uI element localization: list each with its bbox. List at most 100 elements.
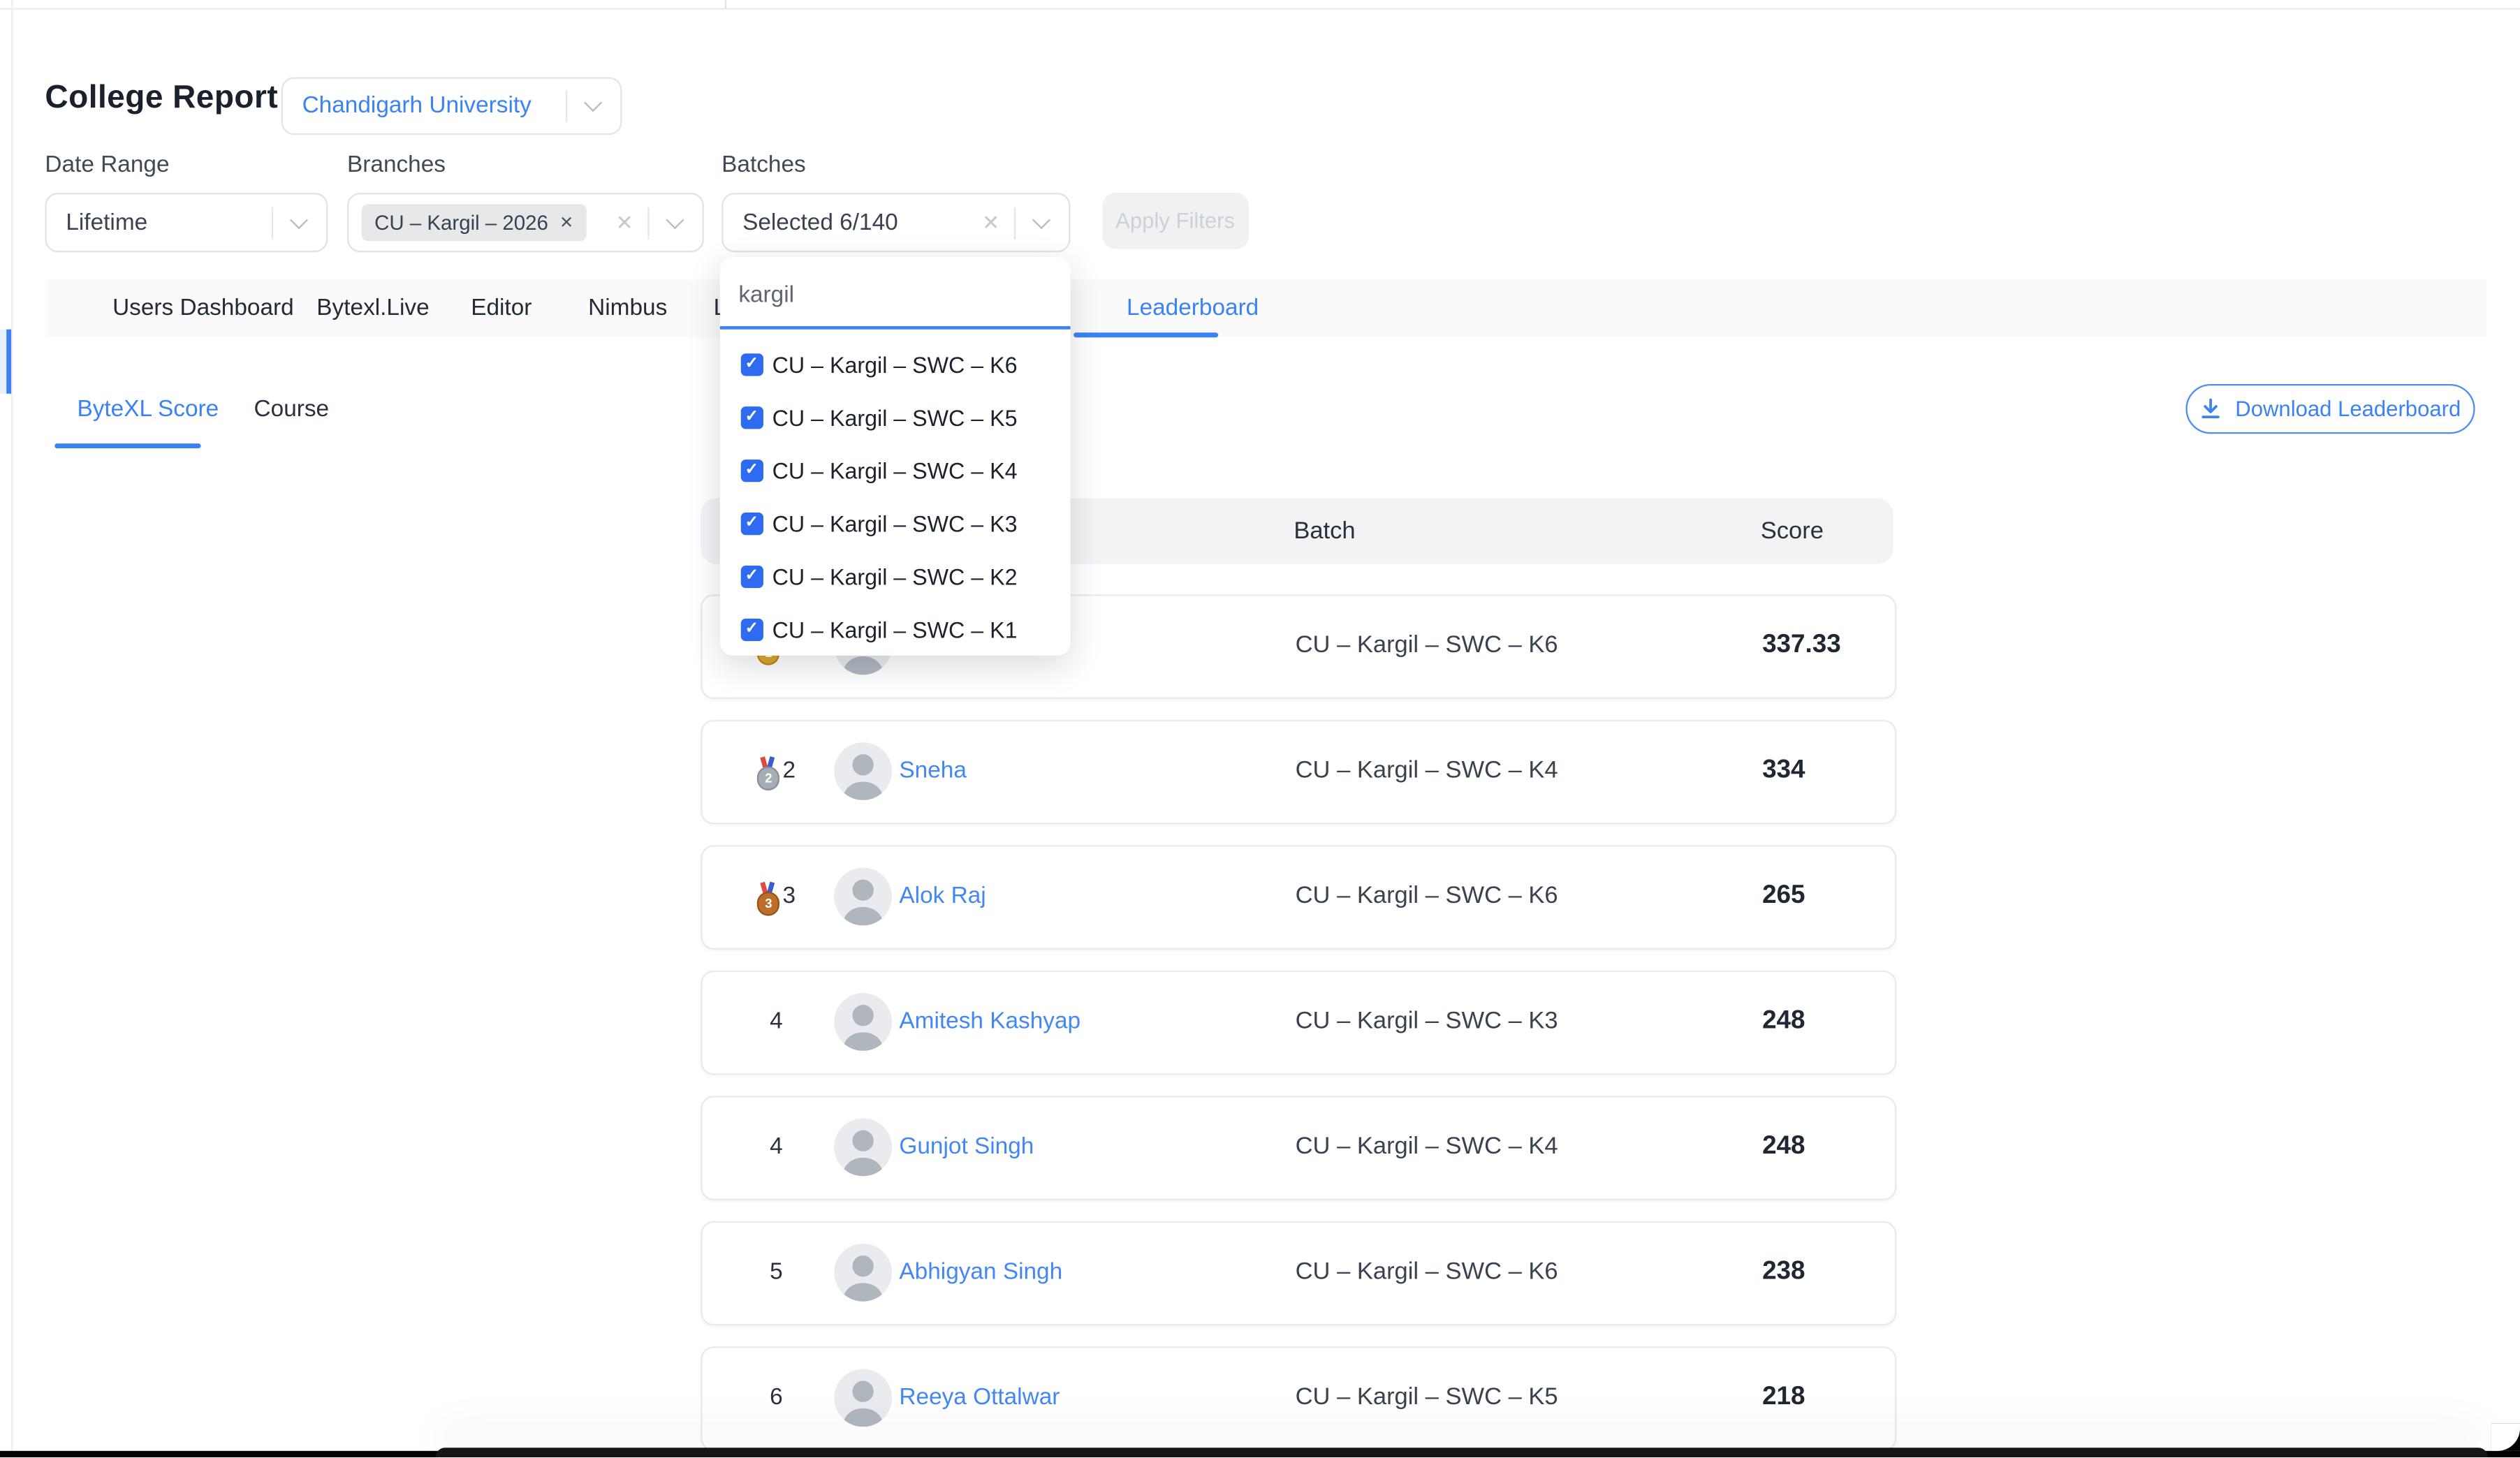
date-range-label: Date Range bbox=[45, 153, 169, 179]
avatar bbox=[834, 1119, 892, 1177]
chip-remove-icon[interactable]: ✕ bbox=[559, 213, 573, 233]
checkbox-checked-icon[interactable]: ✓ bbox=[741, 354, 763, 376]
batch-option-label: CU – Kargil – SWC – K6 bbox=[772, 352, 1018, 378]
batch-option-label: CU – Kargil – SWC – K1 bbox=[772, 617, 1018, 643]
top-tick-line bbox=[725, 0, 726, 8]
bottom-dock-band bbox=[434, 1448, 2486, 1458]
download-leaderboard-label: Download Leaderboard bbox=[2235, 397, 2461, 421]
avatar bbox=[834, 1369, 892, 1427]
sidebar-active-bar bbox=[7, 330, 10, 394]
main-tab-bar: Users DashboardBytexl.LiveEditorNimbusLa… bbox=[47, 279, 2486, 337]
tab-nimbus[interactable]: Nimbus bbox=[588, 279, 667, 337]
download-leaderboard-button[interactable]: Download Leaderboard bbox=[2185, 383, 2474, 434]
left-panel-edge bbox=[10, 0, 12, 1457]
rank-number: 4 bbox=[770, 1010, 783, 1036]
batch-option[interactable]: ✓ CU – Kargil – SWC – K6 bbox=[719, 338, 1070, 391]
avatar bbox=[834, 993, 892, 1051]
chevron-down-icon bbox=[666, 211, 684, 229]
chevron-down-icon bbox=[1032, 211, 1050, 229]
select-divider bbox=[1014, 207, 1016, 239]
batch-option[interactable]: ✓ CU – Kargil – SWC – K2 bbox=[719, 550, 1070, 603]
active-subtab-underline bbox=[54, 443, 201, 448]
avatar-person-icon bbox=[834, 743, 892, 801]
column-header-score: Score bbox=[1761, 498, 1824, 564]
page-title: College Report | bbox=[45, 80, 296, 117]
select-divider bbox=[272, 207, 273, 239]
checkbox-checked-icon[interactable]: ✓ bbox=[741, 619, 763, 640]
college-report-page: College Report | Chandigarh University D… bbox=[0, 0, 2520, 1458]
tab-users-dashboard[interactable]: Users Dashboard bbox=[112, 279, 294, 337]
student-name-link[interactable]: Amitesh Kashyap bbox=[899, 972, 1080, 1073]
rank-cell: 6 bbox=[741, 1348, 812, 1449]
branch-chip[interactable]: CU – Kargil – 2026 ✕ bbox=[362, 204, 587, 241]
clear-icon[interactable]: ✕ bbox=[982, 209, 999, 235]
checkbox-checked-icon[interactable]: ✓ bbox=[741, 513, 763, 535]
batch-option[interactable]: ✓ CU – Kargil – SWC – K1 bbox=[719, 603, 1070, 656]
rank-cell: 4 bbox=[741, 972, 812, 1073]
clear-icon[interactable]: ✕ bbox=[616, 209, 633, 235]
avatar bbox=[834, 868, 892, 926]
subtab-bytexl-score[interactable]: ByteXL Score bbox=[77, 396, 219, 422]
student-name-link[interactable]: Alok Raj bbox=[899, 847, 986, 948]
rank-number: 5 bbox=[770, 1260, 783, 1286]
apply-filters-button[interactable]: Apply Filters bbox=[1102, 193, 1247, 249]
batch-option-label: CU – Kargil – SWC – K3 bbox=[772, 511, 1018, 537]
batch-option-label: CU – Kargil – SWC – K2 bbox=[772, 564, 1018, 590]
batches-label: Batches bbox=[721, 153, 806, 179]
column-header-batch: Batch bbox=[1294, 498, 1355, 564]
subtab-course[interactable]: Course bbox=[254, 396, 330, 422]
checkbox-checked-icon[interactable]: ✓ bbox=[741, 460, 763, 482]
batch-cell: CU – Kargil – SWC – K4 bbox=[1296, 721, 1558, 822]
university-select-value: Chandigarh University bbox=[302, 92, 566, 118]
tab-leaderboard[interactable]: Leaderboard bbox=[1127, 279, 1259, 337]
avatar bbox=[834, 1244, 892, 1302]
leaderboard-row: 5Abhigyan SinghCU – Kargil – SWC – K6238 bbox=[701, 1221, 1896, 1325]
rank-number: 2 bbox=[782, 759, 796, 785]
tab-editor[interactable]: Editor bbox=[471, 279, 532, 337]
branch-chip-label: CU – Kargil – 2026 bbox=[374, 210, 548, 235]
avatar bbox=[834, 743, 892, 801]
avatar-person-icon bbox=[834, 1244, 892, 1302]
batch-cell: CU – Kargil – SWC – K5 bbox=[1296, 1348, 1558, 1449]
checkbox-checked-icon[interactable]: ✓ bbox=[741, 407, 763, 429]
leaderboard-row: 33Alok RajCU – Kargil – SWC – K6265 bbox=[701, 845, 1896, 948]
batch-search-input[interactable] bbox=[735, 274, 1057, 316]
download-icon bbox=[2198, 397, 2222, 421]
date-range-select[interactable]: Lifetime bbox=[45, 193, 328, 252]
batch-cell: CU – Kargil – SWC – K4 bbox=[1296, 1098, 1558, 1198]
student-name-link[interactable]: Abhigyan Singh bbox=[899, 1223, 1062, 1323]
student-name-link[interactable]: Reeya Ottalwar bbox=[899, 1348, 1060, 1449]
batch-cell: CU – Kargil – SWC – K6 bbox=[1296, 847, 1558, 948]
chevron-down-icon bbox=[584, 94, 602, 112]
batch-cell: CU – Kargil – SWC – K3 bbox=[1296, 972, 1558, 1073]
batch-option-label: CU – Kargil – SWC – K4 bbox=[772, 458, 1018, 484]
score-cell: 218 bbox=[1762, 1348, 1805, 1449]
avatar-person-icon bbox=[834, 1369, 892, 1427]
branches-label: Branches bbox=[347, 153, 446, 179]
select-divider bbox=[566, 89, 567, 122]
batch-cell: CU – Kargil – SWC – K6 bbox=[1296, 596, 1558, 697]
checkbox-checked-icon[interactable]: ✓ bbox=[741, 566, 763, 588]
score-cell: 238 bbox=[1762, 1223, 1805, 1323]
batch-option[interactable]: ✓ CU – Kargil – SWC – K3 bbox=[719, 497, 1070, 550]
window-corner bbox=[2491, 1424, 2520, 1451]
batch-option[interactable]: ✓ CU – Kargil – SWC – K4 bbox=[719, 444, 1070, 497]
date-range-value: Lifetime bbox=[66, 209, 272, 235]
university-select[interactable]: Chandigarh University bbox=[281, 76, 622, 134]
batches-select[interactable]: Selected 6/140 ✕ bbox=[721, 193, 1070, 252]
leaderboard-row: 6 Reeya Ottalwar CU – Kargil – SWC – K5 218 bbox=[701, 1346, 1896, 1450]
avatar-person-icon bbox=[834, 1119, 892, 1177]
bronze-medal-icon: 3 bbox=[757, 882, 778, 913]
leaderboard-row: 22SnehaCU – Kargil – SWC – K4334 bbox=[701, 720, 1896, 823]
batches-dropdown-panel: ✓CU – Kargil – SWC – K6✓CU – Kargil – SW… bbox=[719, 257, 1070, 656]
branches-select[interactable]: CU – Kargil – 2026 ✕ ✕ bbox=[347, 193, 704, 252]
student-name-link[interactable]: Sneha bbox=[899, 721, 966, 822]
avatar-person-icon bbox=[834, 993, 892, 1051]
rank-number: 3 bbox=[782, 884, 796, 910]
chevron-down-icon bbox=[290, 211, 308, 229]
student-name-link[interactable]: Gunjot Singh bbox=[899, 1098, 1034, 1198]
batches-select-value: Selected 6/140 bbox=[742, 209, 976, 235]
tab-bytexl-live[interactable]: Bytexl.Live bbox=[316, 279, 429, 337]
avatar-person-icon bbox=[834, 868, 892, 926]
batch-option[interactable]: ✓CU – Kargil – SWC – K5 bbox=[719, 391, 1070, 444]
